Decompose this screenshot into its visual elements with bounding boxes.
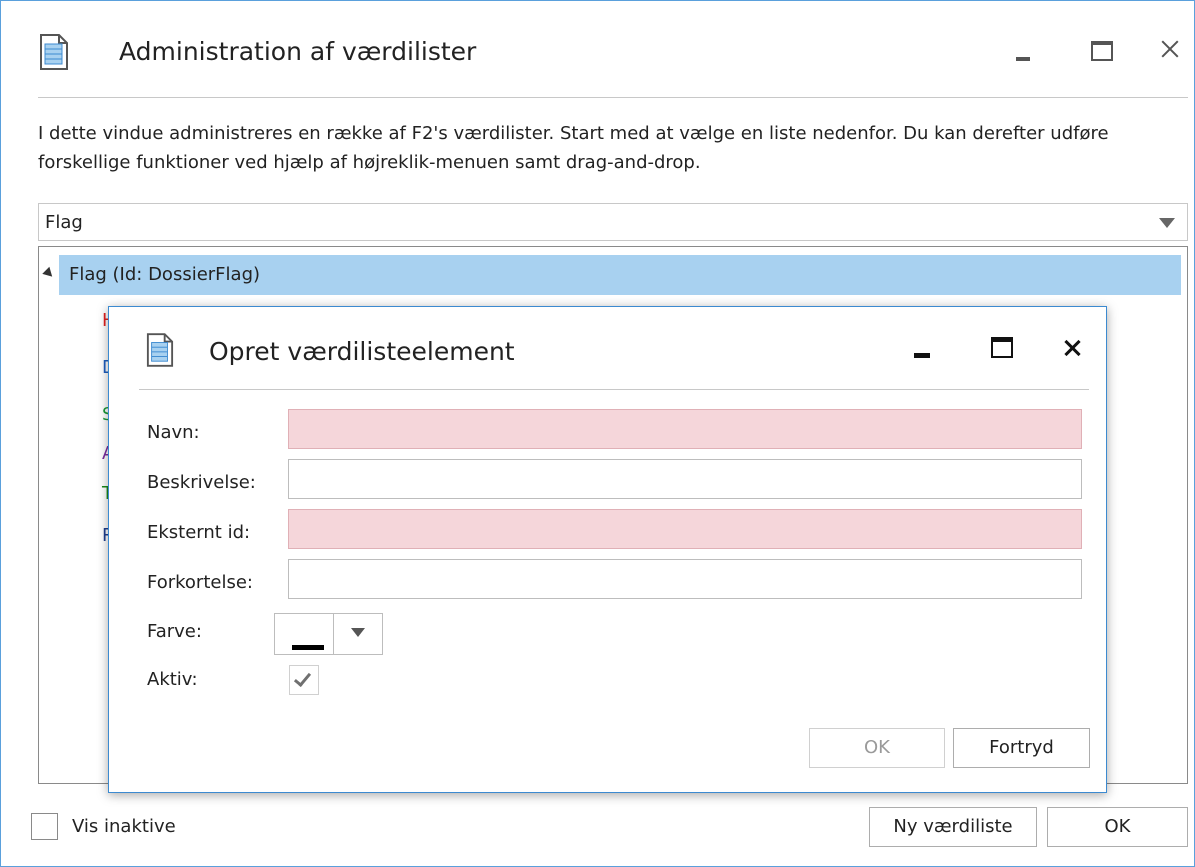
new-value-list-button[interactable]: Ny værdiliste <box>869 807 1037 847</box>
show-inactive-label: Vis inaktive <box>72 816 176 837</box>
minimize-button[interactable] <box>1011 35 1041 65</box>
ok-button[interactable]: OK <box>1047 807 1188 847</box>
abbreviation-field[interactable] <box>288 559 1082 599</box>
maximize-button[interactable] <box>1085 35 1115 65</box>
description-field[interactable] <box>288 459 1082 499</box>
color-label: Farve: <box>147 621 202 642</box>
color-swatch <box>292 645 324 650</box>
color-picker-divider <box>333 614 334 654</box>
external-id-label: Eksternt id: <box>147 522 251 543</box>
dialog-maximize-button[interactable] <box>985 333 1015 363</box>
title-divider <box>38 97 1188 98</box>
dialog-close-button[interactable] <box>1057 333 1087 363</box>
tree-root-item[interactable]: Flag (Id: DossierFlag) <box>42 255 1181 295</box>
chevron-down-icon[interactable] <box>351 628 365 637</box>
expand-arrow-icon[interactable] <box>42 266 56 281</box>
name-label: Navn: <box>147 422 200 443</box>
dialog-ok-button[interactable]: OK <box>809 728 945 768</box>
dialog-cancel-button[interactable]: Fortryd <box>953 728 1090 768</box>
create-value-list-element-dialog: Opret værdilisteelement Navn: Beskrivels… <box>108 306 1107 793</box>
document-icon <box>146 333 174 367</box>
chevron-down-icon <box>1159 218 1175 228</box>
dialog-minimize-button[interactable] <box>909 333 939 363</box>
abbreviation-label: Forkortelse: <box>147 572 253 593</box>
description-text: I dette vindue administreres en række af… <box>38 123 1109 173</box>
active-label: Aktiv: <box>147 669 198 690</box>
checkmark-icon <box>293 668 312 688</box>
value-list-select[interactable]: Flag <box>38 203 1188 241</box>
tree-root-label: Flag (Id: DossierFlag) <box>69 264 261 285</box>
window-title: Administration af værdilister <box>119 37 477 66</box>
title-bar: Administration af værdilister <box>1 1 1194 96</box>
active-checkbox[interactable] <box>289 665 319 695</box>
document-icon <box>40 34 68 70</box>
value-list-select-value: Flag <box>45 212 83 233</box>
color-picker[interactable] <box>274 613 383 655</box>
show-inactive-checkbox[interactable] <box>31 813 58 840</box>
name-field[interactable] <box>288 409 1082 449</box>
dialog-title: Opret værdilisteelement <box>209 337 515 366</box>
external-id-field[interactable] <box>288 509 1082 549</box>
close-button[interactable] <box>1155 35 1185 65</box>
dialog-title-divider <box>139 389 1089 390</box>
description-label: Beskrivelse: <box>147 472 256 493</box>
